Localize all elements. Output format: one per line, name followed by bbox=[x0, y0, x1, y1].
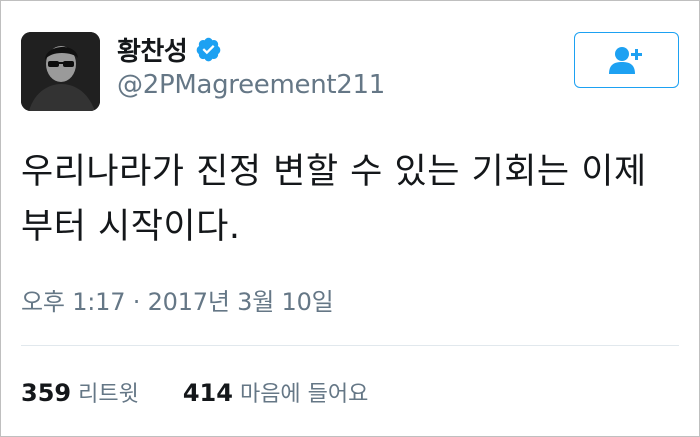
user-handle[interactable]: @2PMagreement211 bbox=[117, 70, 385, 100]
name-row: 황찬성 bbox=[117, 34, 222, 67]
tweet-stats: 359 리트윗 414 마음에 들어요 bbox=[21, 376, 368, 408]
retweet-count[interactable]: 359 bbox=[21, 379, 71, 407]
follow-button[interactable] bbox=[574, 32, 679, 88]
add-user-icon bbox=[608, 47, 642, 74]
like-count[interactable]: 414 bbox=[183, 379, 233, 407]
verified-badge-icon bbox=[195, 36, 222, 63]
tweet-timestamp[interactable]: 오후 1:17 · 2017년 3월 10일 bbox=[21, 282, 334, 317]
divider bbox=[21, 345, 679, 346]
display-name[interactable]: 황찬성 bbox=[117, 31, 188, 68]
retweet-label[interactable]: 리트윗 bbox=[78, 376, 139, 408]
profile-avatar-photo bbox=[21, 32, 100, 111]
tweet-text: 우리나라가 진정 변할 수 있는 기회는 이제 부터 시작이다. bbox=[21, 152, 647, 247]
like-label[interactable]: 마음에 들어요 bbox=[240, 376, 368, 408]
avatar[interactable] bbox=[21, 32, 100, 111]
